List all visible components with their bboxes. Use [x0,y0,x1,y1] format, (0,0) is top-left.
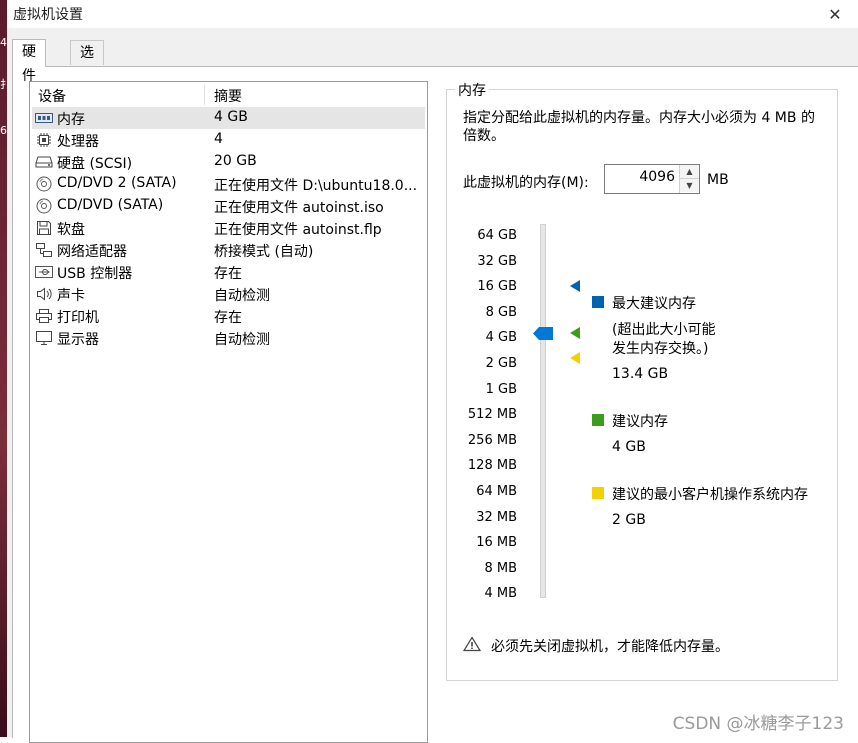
max-note-line1: (超出此大小可能 [612,322,716,338]
device-name: 内存 [57,112,85,128]
floppy-icon [35,220,53,236]
usb-icon [35,264,53,280]
device-name: 打印机 [57,310,99,326]
device-summary: 存在 [214,310,242,326]
device-summary: 自动检测 [214,288,270,304]
scale-tick-label: 16 MB [476,535,517,551]
memory-slider-thumb[interactable] [533,327,553,340]
scale-tick-label: 4 MB [484,586,517,602]
title-bar: 虚拟机设置 ✕ [7,0,858,28]
column-separator[interactable] [204,85,205,105]
recommended-marker [570,327,580,339]
memory-description: 指定分配给此虚拟机的内存量。内存大小必须为 4 MB 的倍数。 [463,110,815,144]
tab-hardware[interactable]: 硬件 [12,39,46,84]
scale-tick-label: 2 GB [485,356,517,371]
device-summary: 正在使用文件 D:\ubuntu18.0... [214,178,418,194]
device-summary: 20 GB [214,153,257,169]
device-row-floppy[interactable]: 软盘 正在使用文件 autoinst.flp [32,217,425,239]
scale-tick-label: 32 MB [476,509,517,525]
triangle-up-icon: ▲ [686,167,693,176]
memory-field-label: 此虚拟机的内存(M): [463,175,589,191]
cd-dvd-icon [35,176,53,192]
memory-unit: MB [707,172,729,188]
scale-tick-label: 8 GB [485,304,517,320]
blue-swatch [592,296,604,308]
device-name: 硬盘 (SCSI) [57,156,133,172]
device-name: 处理器 [57,134,99,150]
device-row-memory[interactable]: 内存 4 GB [32,107,425,129]
yellow-swatch [592,487,604,499]
device-row-cd-dvd-2[interactable]: CD/DVD 2 (SATA) 正在使用文件 D:\ubuntu18.0... [32,173,425,195]
device-name: 声卡 [57,288,85,304]
memory-icon [35,110,53,126]
list-header: 设备 摘要 [30,82,427,106]
device-summary: 4 GB [214,109,248,125]
column-header-summary[interactable]: 摘要 [214,86,242,106]
close-button[interactable]: ✕ [812,0,858,28]
device-name: CD/DVD (SATA) [57,197,164,213]
harddisk-icon [35,154,53,170]
device-summary: 存在 [214,266,242,282]
scale-tick-label: 4 GB [485,330,517,346]
scale-tick-label: 256 MB [467,432,517,448]
device-summary: 桥接模式 (自动) [214,244,314,260]
max-recommended-marker [570,280,580,292]
increment-button[interactable]: ▲ [680,165,699,179]
device-row-network-adapter[interactable]: 网络适配器 桥接模式 (自动) [32,239,425,261]
cd-dvd-icon [35,198,53,214]
device-row-sound-card[interactable]: 声卡 自动检测 [32,283,425,305]
max-recommended-value: 13.4 GB [612,366,669,382]
device-summary: 正在使用文件 autoinst.flp [214,222,382,238]
scale-tick-label: 64 GB [477,228,517,243]
device-name: USB 控制器 [57,266,133,282]
memory-group-title: 内存 [455,80,489,100]
recommended-value: 4 GB [612,439,646,455]
max-note-line2: 发生内存交换。) [612,341,709,357]
scale-tick-label: 1 GB [485,381,517,397]
scale-tick-label: 512 MB [467,407,517,423]
memory-group: 内存 指定分配给此虚拟机的内存量。内存大小必须为 4 MB 的倍数。 此虚拟机的… [446,80,838,681]
close-icon: ✕ [828,4,842,24]
network-adapter-icon [35,242,53,258]
decrement-button[interactable]: ▼ [680,179,699,192]
device-summary: 正在使用文件 autoinst.iso [214,200,384,216]
device-row-cd-dvd[interactable]: CD/DVD (SATA) 正在使用文件 autoinst.iso [32,195,425,217]
scale-tick-label: 64 MB [476,484,517,499]
min-guest-value: 2 GB [612,512,646,528]
scale-tick-label: 16 GB [477,279,517,295]
vm-settings-window: 虚拟机设置 ✕ 硬件 选项 设备 摘要 内存 4 GB [7,0,858,743]
window-title: 虚拟机设置 [13,7,83,23]
scale-tick-label: 8 MB [484,560,517,576]
scale-tick-label: 32 GB [477,253,517,269]
warning-icon [462,636,482,652]
tab-options[interactable]: 选项 [70,40,104,85]
printer-icon [35,308,53,324]
device-name: 显示器 [57,332,99,348]
device-list[interactable]: 设备 摘要 内存 4 GB 处理器 4 硬盘 (SCSI) 20 GB CD/D… [29,81,428,743]
desktop-background-strip: 4 扌 6 [0,0,11,737]
display-icon [35,330,53,346]
processor-icon [35,132,53,148]
device-row-display[interactable]: 显示器 自动检测 [32,327,425,349]
device-summary: 自动检测 [214,332,270,348]
hardware-tab-panel: 设备 摘要 内存 4 GB 处理器 4 硬盘 (SCSI) 20 GB CD/D… [12,66,858,743]
device-row-printer[interactable]: 打印机 存在 [32,305,425,327]
device-row-processor[interactable]: 处理器 4 [32,129,425,151]
green-swatch [592,414,604,426]
device-name: CD/DVD 2 (SATA) [57,175,177,191]
min-guest-marker [570,352,580,364]
speaker-icon [35,286,53,302]
device-summary: 4 [214,131,223,147]
csdn-watermark: CSDN @冰糖李子123 [672,714,844,734]
triangle-down-icon: ▼ [686,181,693,190]
memory-stepper[interactable]: 4096 ▲ ▼ [604,164,700,194]
device-row-usb-controller[interactable]: USB 控制器 存在 [32,261,425,283]
memory-input[interactable]: 4096 [639,169,675,185]
device-name: 软盘 [57,222,85,238]
device-name: 网络适配器 [57,244,127,260]
column-header-device[interactable]: 设备 [38,86,66,106]
memory-slider-track[interactable] [540,224,546,598]
scale-tick-label: 128 MB [467,458,517,474]
device-row-harddisk[interactable]: 硬盘 (SCSI) 20 GB [32,151,425,173]
